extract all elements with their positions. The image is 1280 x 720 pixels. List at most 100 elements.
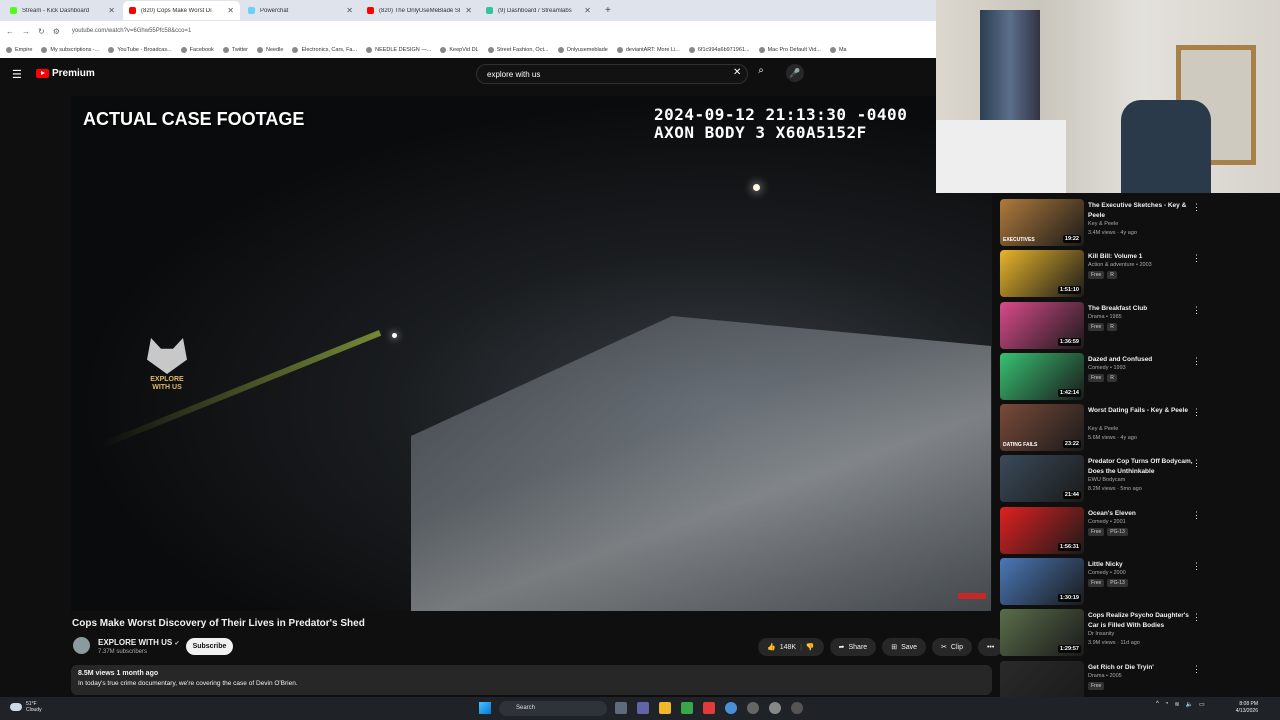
more-options-icon[interactable]: ⋮ [1192, 510, 1201, 521]
video-thumbnail[interactable]: 21:44 [1000, 455, 1084, 503]
settings-icon[interactable] [769, 702, 781, 714]
forward-icon[interactable]: → [22, 27, 30, 36]
volume-icon[interactable]: 🔈 [1185, 701, 1192, 708]
chevron-up-icon[interactable]: ^ [1156, 701, 1159, 708]
close-tab-icon[interactable]: ✕ [227, 6, 234, 15]
video-thumbnail[interactable]: 1:56:31 [1000, 506, 1084, 554]
save-button[interactable]: ⊞ Save [882, 638, 927, 656]
app-icon-2[interactable] [791, 702, 803, 714]
bookmark-item[interactable]: 6f1c994a6b971961... [688, 46, 750, 53]
bookmark-item[interactable]: Onlyusemeblade [557, 46, 608, 53]
recommendation-item[interactable]: EXECUTIVES 19:22 The Executive Sketches - … [1000, 199, 1210, 250]
url-field[interactable]: youtube.com/watch?v=6Ghw55Pfc58&cco=1 [72, 28, 191, 34]
bookmark-item[interactable]: YouTube - Broadcas... [108, 46, 172, 53]
clip-button[interactable]: ✂ Clip [932, 638, 972, 656]
browser-tab[interactable]: (820) Cops Make Worst Di ✕ [123, 1, 240, 20]
video-thumbnail[interactable]: 1:42:14 [1000, 352, 1084, 400]
system-clock[interactable]: 8:08 PM 4/13/2026 [1232, 701, 1258, 715]
close-tab-icon[interactable]: ✕ [465, 6, 472, 15]
bookmark-item[interactable]: deviantART: More Li... [616, 46, 680, 53]
video-thumbnail[interactable]: DATING FAILS 23:22 [1000, 404, 1084, 452]
youtube-logo[interactable]: Premium [36, 68, 95, 79]
bookmark-item[interactable]: Electronics, Cars, Fa... [292, 46, 357, 53]
search-icon[interactable]: ⌕ [752, 65, 770, 83]
chrome-icon[interactable] [725, 702, 737, 714]
video-thumbnail[interactable]: EXECUTIVES 19:22 [1000, 199, 1084, 246]
subscribe-watermark-badge[interactable] [958, 593, 986, 599]
bookmark-item[interactable]: Street Fashion, Oct... [487, 46, 549, 53]
teams-icon[interactable] [637, 702, 649, 714]
recommendation-item[interactable]: 21:44 Predator Cop Turns Off Bodycam, Doe… [1000, 455, 1210, 506]
more-options-icon[interactable]: ⋮ [1192, 253, 1201, 264]
app-icon[interactable] [703, 702, 715, 714]
clear-search-icon[interactable]: ✕ [733, 67, 741, 78]
battery-icon[interactable]: ▭ [1199, 701, 1205, 708]
back-icon[interactable]: ← [6, 27, 14, 36]
more-options-icon[interactable]: ⋮ [1192, 612, 1201, 623]
recommendation-title[interactable]: Little Nicky [1088, 560, 1193, 570]
video-thumbnail[interactable]: 1:30:19 [1000, 558, 1084, 606]
recommendation-item[interactable]: 1:30:19 Little Nicky Comedy • 2000 Free PG-1… [1000, 558, 1210, 609]
recommendation-item[interactable]: 1:51:10 Kill Bill: Volume 1 Action & adven… [1000, 250, 1210, 301]
close-tab-icon[interactable]: ✕ [584, 6, 591, 15]
channel-name[interactable]: EXPLORE WITH US ✔ [98, 638, 180, 647]
more-options-icon[interactable]: ⋮ [1192, 202, 1201, 213]
bookmark-item[interactable]: Twitter [222, 46, 248, 53]
bookmark-item[interactable]: Mac Pro Default Vid... [758, 46, 821, 53]
bookmark-item[interactable]: Needle [257, 46, 283, 53]
task-view-icon[interactable] [615, 702, 627, 714]
browser-tab[interactable]: (820) The OnlyUseMeBlade She ✕ [361, 1, 478, 20]
browser-tab[interactable]: Stream - Kick Dashboard ✕ [4, 1, 121, 20]
more-options-icon[interactable]: ⋮ [1192, 356, 1201, 367]
recommendation-item[interactable]: DATING FAILS 23:22 Worst Dating Fails - Ke… [1000, 404, 1210, 455]
menu-icon[interactable]: ☰ [12, 68, 22, 81]
more-options-icon[interactable]: ⋮ [1192, 305, 1201, 316]
obs-icon[interactable] [747, 702, 759, 714]
recommendation-title[interactable]: Predator Cop Turns Off Bodycam, Does the… [1088, 457, 1193, 477]
file-explorer-icon[interactable] [659, 702, 671, 714]
share-button[interactable]: ➦ Share [829, 638, 877, 656]
microphone-icon[interactable]: 🎤 [786, 64, 804, 82]
recommendation-title[interactable]: Cops Realize Psycho Daughter's Car is Fi… [1088, 611, 1193, 631]
more-options-icon[interactable]: ⋮ [1192, 458, 1201, 469]
close-tab-icon[interactable]: ✕ [108, 6, 115, 15]
recommendation-item[interactable]: 1:36:59 The Breakfast Club Drama • 1985 Fre… [1000, 301, 1210, 353]
bookmark-item[interactable]: Facebook [180, 46, 214, 53]
recommendation-title[interactable]: Get Rich or Die Tryin' [1088, 663, 1193, 673]
bookmark-item[interactable]: My subscriptions -... [41, 46, 99, 53]
close-tab-icon[interactable]: ✕ [346, 6, 353, 15]
recommendation-title[interactable]: The Executive Sketches - Key & Peele [1088, 201, 1193, 221]
recommendation-item[interactable]: 1:56:31 Ocean's Eleven Comedy • 2001 Free PG… [1000, 506, 1210, 558]
search-input[interactable]: explore with us [476, 64, 748, 84]
subscribe-button[interactable]: Subscribe [186, 638, 233, 655]
video-thumbnail[interactable]: 1:51:10 [1000, 250, 1084, 298]
bookmark-item[interactable]: NEEDLE DESIGN —... [366, 46, 431, 53]
recommendation-item[interactable]: 1:42:14 Dazed and Confused Comedy • 1993 Fr… [1000, 352, 1210, 404]
recommendation-title[interactable]: The Breakfast Club [1088, 304, 1193, 314]
bookmark-item[interactable]: KeepVid DL [440, 46, 479, 53]
recommendation-item[interactable]: 1:29:57 Cops Realize Psycho Daughter's Ca… [1000, 609, 1210, 660]
more-options-icon[interactable]: ⋮ [1192, 407, 1201, 418]
video-thumbnail[interactable]: 1:36:59 [1000, 301, 1084, 349]
more-options-icon[interactable]: ⋮ [1192, 664, 1201, 675]
channel-avatar[interactable] [73, 637, 90, 654]
new-tab-button[interactable]: + [599, 5, 617, 16]
video-thumbnail[interactable]: 1:29:57 [1000, 609, 1084, 657]
like-button[interactable]: 👍 148K | 👎 [758, 638, 824, 656]
more-options-icon[interactable]: ⋮ [1192, 561, 1201, 572]
video-player[interactable]: ACTUAL CASE FOOTAGE 2024-09-12 21:13:30 … [71, 96, 992, 611]
bookmark-item[interactable]: Empire [6, 46, 32, 53]
recommendation-title[interactable]: Ocean's Eleven [1088, 509, 1193, 519]
site-info-icon[interactable]: ⚙ [53, 27, 60, 36]
recommendation-title[interactable]: Dazed and Confused [1088, 355, 1193, 365]
description-box[interactable]: 8.5M views 1 month ago In today's true c… [71, 665, 992, 695]
recommendation-title[interactable]: Kill Bill: Volume 1 [1088, 252, 1193, 262]
taskbar-search[interactable]: Search [499, 701, 607, 716]
network-icon[interactable]: ◔ [1165, 701, 1169, 708]
recommendation-title[interactable]: Worst Dating Fails - Key & Peele [1088, 406, 1193, 416]
wifi-icon[interactable]: ≋ [1174, 701, 1179, 708]
bookmark-item[interactable]: Ma [829, 46, 847, 53]
browser-tab[interactable]: Powerchat ✕ [242, 1, 359, 20]
store-icon[interactable] [681, 702, 693, 714]
weather-widget[interactable]: 51°F Cloudy [10, 701, 42, 713]
